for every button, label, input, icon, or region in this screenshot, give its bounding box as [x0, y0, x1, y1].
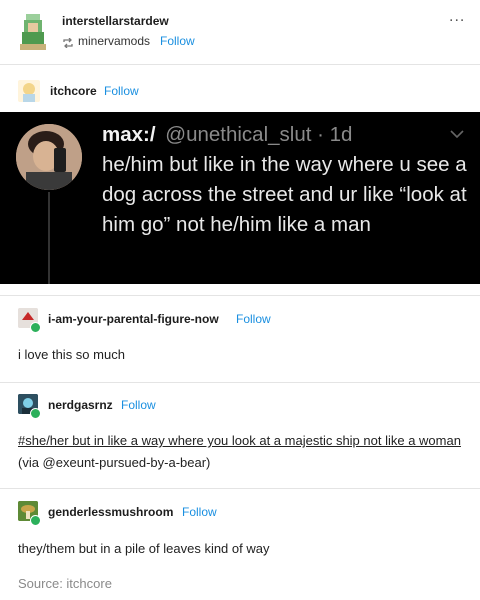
follow-button-header[interactable]: Follow: [160, 34, 195, 48]
divider: [0, 488, 480, 489]
tweet-display-name: max:/: [102, 123, 156, 146]
post-author[interactable]: interstellarstardew: [62, 14, 169, 28]
follow-button[interactable]: Follow: [236, 312, 271, 326]
reblogged-from[interactable]: minervamods: [78, 34, 150, 48]
op-username[interactable]: itchcore: [50, 84, 97, 98]
thread-line: [48, 192, 50, 284]
hashtag-link[interactable]: #she/her but in like a way where you loo…: [18, 433, 461, 448]
follow-button-op[interactable]: Follow: [104, 84, 139, 98]
reblog-text: they/them but in a pile of leaves kind o…: [18, 541, 270, 556]
divider: [0, 295, 480, 296]
reblog-text: #she/her but in like a way where you loo…: [18, 430, 468, 474]
reblog-username[interactable]: genderlessmushroom: [48, 505, 173, 519]
reblog-username[interactable]: nerdgasrnz: [48, 398, 113, 412]
reblog-username[interactable]: i-am-your-parental-figure-now: [48, 312, 219, 326]
via-text[interactable]: (via @exeunt-pursued-by-a-bear): [18, 455, 210, 470]
follow-button[interactable]: Follow: [182, 505, 217, 519]
tweet-screenshot: max:/ @unethical_slut · 1d he/him but li…: [0, 112, 480, 284]
source-label[interactable]: Source: itchcore: [18, 576, 112, 591]
tweet-handle-time: @unethical_slut · 1d: [165, 123, 353, 146]
tweet-body: he/him but like in the way where u see a…: [102, 153, 467, 236]
divider: [0, 64, 480, 65]
divider: [0, 382, 480, 383]
reblog-icon: [62, 35, 74, 53]
tweet-avatar: [16, 124, 82, 190]
reblog-badge-icon: [30, 408, 41, 419]
reblog-badge-icon: [30, 322, 41, 333]
reblog-text: i love this so much: [18, 347, 125, 362]
author-avatar[interactable]: [18, 14, 48, 50]
op-avatar[interactable]: [18, 80, 40, 102]
reblog-badge-icon: [30, 515, 41, 526]
more-options-icon[interactable]: ...: [449, 8, 465, 26]
follow-button[interactable]: Follow: [121, 398, 156, 412]
